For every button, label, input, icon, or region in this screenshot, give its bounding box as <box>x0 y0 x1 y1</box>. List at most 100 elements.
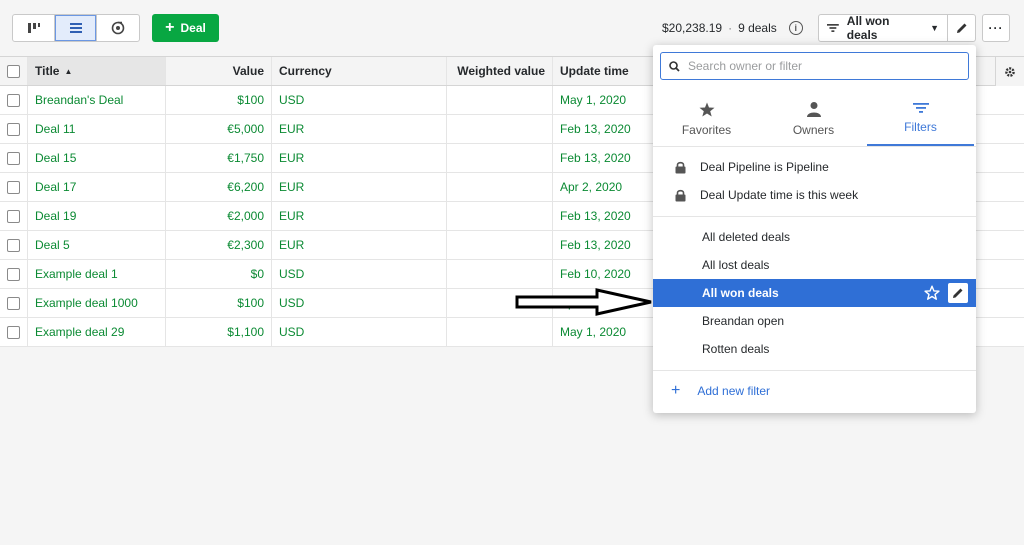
column-update-label: Update time <box>560 64 629 78</box>
deal-currency: USD <box>272 260 447 288</box>
deal-title-link[interactable]: Deal 11 <box>28 115 166 143</box>
column-header-weighted-value[interactable]: Weighted value <box>447 57 553 85</box>
star-icon <box>699 102 714 116</box>
deal-weighted-value <box>447 231 553 259</box>
filter-item[interactable]: Rotten deals <box>653 335 976 363</box>
deal-weighted-value <box>447 202 553 230</box>
favorite-star-icon[interactable] <box>924 285 940 300</box>
edit-filter-button[interactable] <box>947 14 976 42</box>
filter-item[interactable]: All lost deals <box>653 251 976 279</box>
forecast-icon <box>111 21 125 35</box>
list-view-button[interactable] <box>55 15 97 41</box>
row-check-cell <box>0 173 28 201</box>
filter-item[interactable]: Breandan open <box>653 307 976 335</box>
filter-item-label: All lost deals <box>702 258 770 272</box>
filter-search-box <box>660 52 969 80</box>
select-all-checkbox[interactable] <box>7 64 20 78</box>
more-options-button[interactable]: ··· <box>982 14 1010 42</box>
filter-select-button[interactable]: All won deals ▼ <box>818 14 948 42</box>
row-check-cell <box>0 86 28 114</box>
deal-update-time: Feb 13, 2020 <box>553 115 657 143</box>
divider <box>653 370 976 371</box>
add-new-filter-button[interactable]: + Add new filter <box>653 377 976 405</box>
deal-title-link[interactable]: Breandan's Deal <box>28 86 166 114</box>
pipeline-icon <box>27 23 40 33</box>
deal-value: $0 <box>166 260 272 288</box>
column-header-title[interactable]: Title ▲ <box>28 57 166 85</box>
deal-value: €2,000 <box>166 202 272 230</box>
filter-icon <box>912 103 929 113</box>
column-header-currency[interactable]: Currency <box>272 57 447 85</box>
tab-owners-label: Owners <box>792 123 835 137</box>
deal-title-link[interactable]: Deal 17 <box>28 173 166 201</box>
row-checkbox[interactable] <box>7 238 20 252</box>
deal-weighted-value <box>447 260 553 288</box>
pipeline-view-button[interactable] <box>13 15 55 41</box>
tab-owners[interactable]: Owners <box>760 92 867 146</box>
column-header-value[interactable]: Value <box>166 57 272 85</box>
row-checkbox[interactable] <box>7 267 20 281</box>
deal-title-link[interactable]: Deal 15 <box>28 144 166 172</box>
row-checkbox[interactable] <box>7 296 20 310</box>
deal-count: 9 deals <box>738 21 777 35</box>
row-checkbox[interactable] <box>7 325 20 339</box>
separator: · <box>728 21 733 35</box>
deal-title-link[interactable]: Example deal 29 <box>28 318 166 346</box>
add-deal-button[interactable]: + Deal <box>152 14 219 42</box>
locked-filter-item[interactable]: Deal Update time is this week <box>653 181 976 209</box>
row-check-cell <box>0 289 28 317</box>
column-header-update-time[interactable]: Update time <box>553 57 657 85</box>
add-new-filter-label: Add new filter <box>697 384 771 398</box>
locked-filter-item[interactable]: Deal Pipeline is Pipeline <box>653 153 976 181</box>
deal-update-time: Feb 13, 2020 <box>553 144 657 172</box>
tab-favorites[interactable]: Favorites <box>653 92 760 146</box>
deal-title-link[interactable]: Deal 19 <box>28 202 166 230</box>
pencil-icon <box>953 288 963 298</box>
filter-search-input[interactable] <box>688 59 958 73</box>
row-checkbox[interactable] <box>7 151 20 165</box>
deal-currency: EUR <box>272 202 447 230</box>
deal-value: $100 <box>166 86 272 114</box>
column-value-label: Value <box>232 64 264 78</box>
deal-update-time: May 1, 2020 <box>553 318 657 346</box>
row-checkbox[interactable] <box>7 122 20 136</box>
select-all-cell <box>0 57 28 85</box>
edit-filter-item-button[interactable] <box>948 283 968 303</box>
info-icon[interactable]: i <box>788 21 803 35</box>
row-checkbox[interactable] <box>7 180 20 194</box>
locked-filter-label: Deal Update time is this week <box>700 188 859 202</box>
deal-title-link[interactable]: Deal 5 <box>28 231 166 259</box>
filter-item-label: All won deals <box>702 286 779 300</box>
deal-currency: EUR <box>272 173 447 201</box>
deal-weighted-value <box>447 144 553 172</box>
deal-value: €1,750 <box>166 144 272 172</box>
plus-icon: + <box>671 382 681 399</box>
filter-list: All deleted deals All lost deals All won… <box>653 223 976 363</box>
add-deal-label: Deal <box>180 21 206 35</box>
deal-update-time: Feb 13, 2020 <box>553 231 657 259</box>
column-settings-button[interactable] <box>995 57 1024 86</box>
chevron-down-icon: ▼ <box>930 23 939 33</box>
tab-filters[interactable]: Filters <box>867 92 974 146</box>
row-checkbox[interactable] <box>7 209 20 223</box>
row-checkbox[interactable] <box>7 93 20 107</box>
deal-update-time: Feb 10, 2020 <box>553 260 657 288</box>
column-weighted-label: Weighted value <box>457 64 545 78</box>
filter-select-label: All won deals <box>846 14 890 42</box>
deal-value: €2,300 <box>166 231 272 259</box>
list-icon <box>69 23 82 33</box>
row-check-cell <box>0 260 28 288</box>
row-check-cell <box>0 318 28 346</box>
lock-icon <box>675 161 686 173</box>
deal-value: €5,000 <box>166 115 272 143</box>
filter-item-selected[interactable]: All won deals <box>653 279 976 307</box>
filter-item[interactable]: All deleted deals <box>653 223 976 251</box>
deal-update-time: May 1, 2020 <box>553 86 657 114</box>
deals-summary: $20,238.19 · 9 deals i <box>662 21 803 35</box>
deal-title-link[interactable]: Example deal 1000 <box>28 289 166 317</box>
deal-currency: EUR <box>272 231 447 259</box>
divider <box>653 216 976 217</box>
forecast-view-button[interactable] <box>97 15 139 41</box>
deal-title-link[interactable]: Example deal 1 <box>28 260 166 288</box>
deal-currency: USD <box>272 86 447 114</box>
